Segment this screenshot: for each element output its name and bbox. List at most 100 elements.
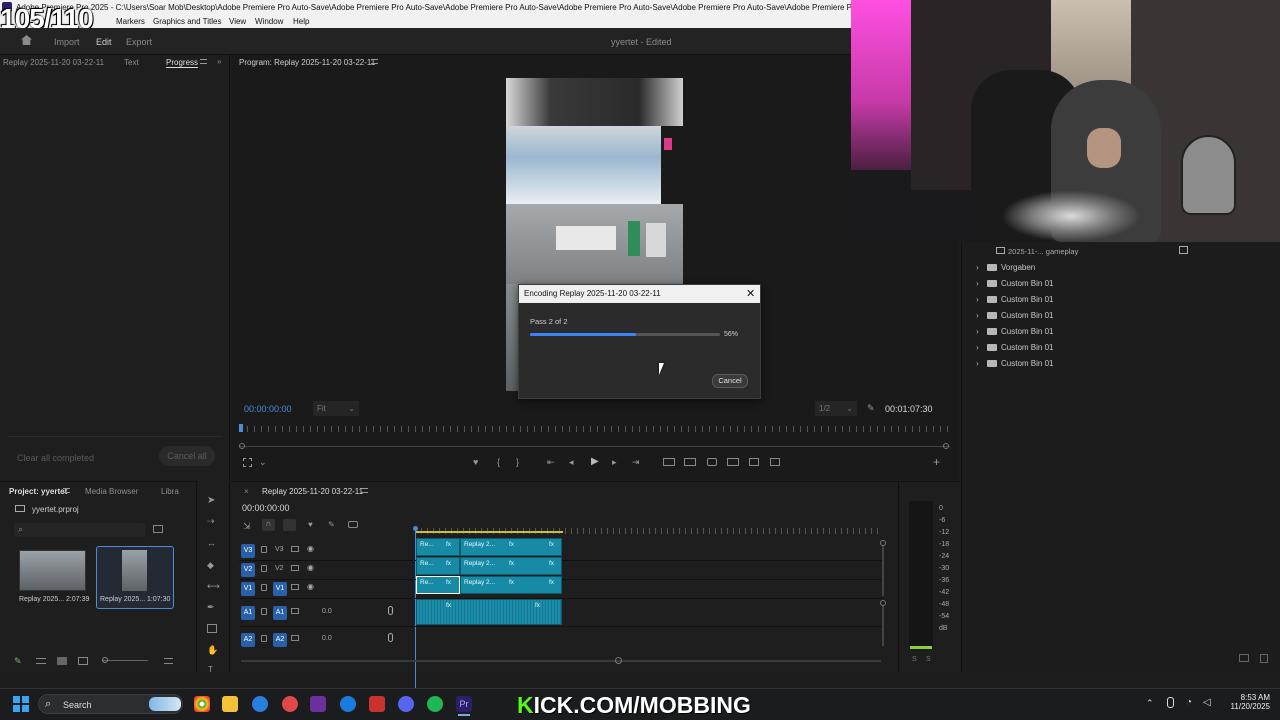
pen-icon[interactable]: ✒ bbox=[207, 602, 215, 613]
track-target-v2[interactable]: V2 bbox=[241, 563, 255, 577]
nav-export[interactable]: Export bbox=[126, 37, 152, 47]
track-target-a2[interactable]: A2 bbox=[273, 633, 287, 647]
chrome-icon[interactable] bbox=[194, 696, 210, 712]
video-clip-selected[interactable]: Re... fx bbox=[416, 576, 460, 594]
playhead-handle[interactable] bbox=[413, 526, 418, 531]
audio-level[interactable]: 0.0 bbox=[322, 608, 332, 615]
camera-icon[interactable] bbox=[707, 458, 717, 466]
freeform-view-icon[interactable] bbox=[78, 657, 88, 665]
track-source-a2[interactable]: A2 bbox=[241, 633, 255, 647]
clip-thumbnail[interactable] bbox=[19, 550, 86, 591]
panel-menu-icon[interactable] bbox=[371, 59, 378, 64]
chevron-right-icon[interactable]: › bbox=[976, 279, 979, 288]
video-clip[interactable]: Re... fx bbox=[416, 557, 460, 575]
sync-icon[interactable] bbox=[291, 584, 299, 590]
sync-icon[interactable] bbox=[291, 608, 299, 614]
eye-icon[interactable]: ◉ bbox=[307, 582, 314, 591]
out-point-icon[interactable]: } bbox=[516, 457, 519, 467]
clock[interactable]: 8:53 AM 11/20/2025 bbox=[1226, 693, 1270, 711]
discord-icon[interactable] bbox=[398, 696, 414, 712]
lock-icon[interactable] bbox=[261, 635, 267, 642]
zoom-handle-right[interactable] bbox=[943, 443, 949, 449]
spotify-icon[interactable] bbox=[427, 696, 443, 712]
menu-view[interactable]: View bbox=[229, 17, 246, 26]
chevron-right-icon[interactable]: › bbox=[976, 263, 979, 272]
in-point-icon[interactable]: { bbox=[497, 457, 500, 467]
close-icon[interactable]: × bbox=[244, 487, 249, 496]
playhead[interactable] bbox=[239, 424, 243, 432]
track-select-icon[interactable]: ⇢ bbox=[207, 516, 215, 527]
timeline-title[interactable]: Replay 2025-11-20 03-22-11 bbox=[262, 487, 363, 496]
menu-markers[interactable]: Markers bbox=[116, 17, 145, 26]
snap-icon[interactable]: ∩ bbox=[262, 519, 275, 531]
lock-icon[interactable] bbox=[261, 546, 267, 553]
audio-level[interactable]: 0.0 bbox=[322, 635, 332, 642]
vertical-scrollbar[interactable] bbox=[882, 546, 884, 596]
chevron-right-icon[interactable]: › bbox=[976, 327, 979, 336]
new-bin-icon[interactable] bbox=[1179, 246, 1188, 254]
track-target-v1[interactable]: V1 bbox=[273, 582, 287, 596]
wrench-icon[interactable]: ✎ bbox=[867, 403, 875, 414]
solo-right-icon[interactable]: S bbox=[926, 656, 931, 663]
insert-icon[interactable] bbox=[749, 458, 759, 466]
selection-tool-icon[interactable]: ➤ bbox=[207, 495, 215, 506]
close-icon[interactable]: ✕ bbox=[746, 287, 755, 300]
new-item-icon[interactable] bbox=[1239, 654, 1249, 662]
zoom-slider-handle[interactable] bbox=[102, 657, 108, 663]
microphone-icon[interactable] bbox=[388, 633, 393, 642]
panel-menu-icon[interactable] bbox=[361, 488, 368, 493]
sync-icon[interactable] bbox=[291, 565, 299, 571]
extract-icon[interactable] bbox=[684, 458, 696, 466]
nav-import[interactable]: Import bbox=[54, 37, 80, 47]
timeline-timecode[interactable]: 00:00:00:00 bbox=[242, 503, 290, 513]
ripple-edit-icon[interactable]: ↔ bbox=[207, 538, 216, 548]
vertical-scrollbar-audio[interactable] bbox=[882, 606, 884, 646]
video-clip[interactable]: Replay 2... fx fx bbox=[460, 576, 562, 594]
zoom-handle-left[interactable] bbox=[239, 443, 245, 449]
linked-selection-icon[interactable] bbox=[283, 519, 296, 531]
track-source-v1[interactable]: V1 bbox=[241, 582, 255, 596]
app-icon-blue[interactable] bbox=[340, 696, 356, 712]
icon-view-icon[interactable] bbox=[57, 657, 67, 665]
volume-icon[interactable]: ◁ bbox=[1203, 697, 1211, 708]
tab-source[interactable]: Replay 2025-11-20 03-22-11 bbox=[3, 58, 104, 67]
cancel-button[interactable]: Cancel bbox=[712, 374, 748, 388]
fit-dropdown[interactable]: Fit ⌄ bbox=[313, 401, 359, 416]
cancel-all-button[interactable]: Cancel all bbox=[159, 446, 215, 466]
chevron-right-icon[interactable]: › bbox=[976, 311, 979, 320]
horizontal-scrollbar[interactable] bbox=[241, 660, 881, 662]
sync-icon[interactable] bbox=[291, 635, 299, 641]
chevron-up-icon[interactable]: ⌃ bbox=[1146, 698, 1154, 709]
tab-progress[interactable]: Progress bbox=[166, 58, 199, 68]
microphone-icon[interactable] bbox=[388, 606, 393, 615]
lock-icon[interactable] bbox=[261, 584, 267, 591]
wrench-icon[interactable]: ✎ bbox=[328, 520, 335, 529]
tab-project[interactable]: Project: yyertet bbox=[9, 487, 67, 496]
track-target-a1[interactable]: A1 bbox=[273, 606, 287, 620]
track-target-v3[interactable]: V3 bbox=[241, 544, 255, 558]
tab-media-browser[interactable]: Media Browser bbox=[85, 487, 138, 496]
add-button-icon[interactable]: + bbox=[933, 455, 940, 469]
premiere-taskbar-icon[interactable]: Pr bbox=[456, 696, 472, 712]
solo-left-icon[interactable]: S bbox=[912, 656, 917, 663]
menu-window[interactable]: Window bbox=[255, 17, 283, 26]
captions-icon[interactable] bbox=[348, 521, 358, 528]
go-to-out-icon[interactable]: ⇥ bbox=[632, 457, 640, 468]
lock-icon[interactable] bbox=[261, 565, 267, 572]
chevron-right-icon[interactable]: › bbox=[976, 359, 979, 368]
type-icon[interactable]: T bbox=[208, 665, 213, 674]
slip-icon[interactable]: ⟷ bbox=[207, 581, 220, 592]
new-bin-icon[interactable] bbox=[153, 525, 163, 533]
home-icon[interactable] bbox=[21, 35, 32, 45]
trash-icon[interactable] bbox=[1260, 654, 1268, 663]
work-area-bar[interactable] bbox=[415, 531, 563, 533]
panel-overflow-icon[interactable]: » bbox=[217, 57, 221, 66]
insert-nest-icon[interactable]: ⇲ bbox=[243, 521, 251, 532]
microphone-tray-icon[interactable] bbox=[1167, 697, 1174, 708]
video-clip[interactable]: Re... fx bbox=[416, 538, 460, 556]
clip-thumbnail[interactable] bbox=[122, 550, 147, 591]
panel-menu-icon[interactable] bbox=[63, 488, 70, 493]
hand-icon[interactable]: ✋ bbox=[207, 645, 218, 656]
nzxt-icon[interactable] bbox=[310, 696, 326, 712]
resolution-dropdown[interactable]: 1/2 ⌄ bbox=[815, 401, 857, 416]
